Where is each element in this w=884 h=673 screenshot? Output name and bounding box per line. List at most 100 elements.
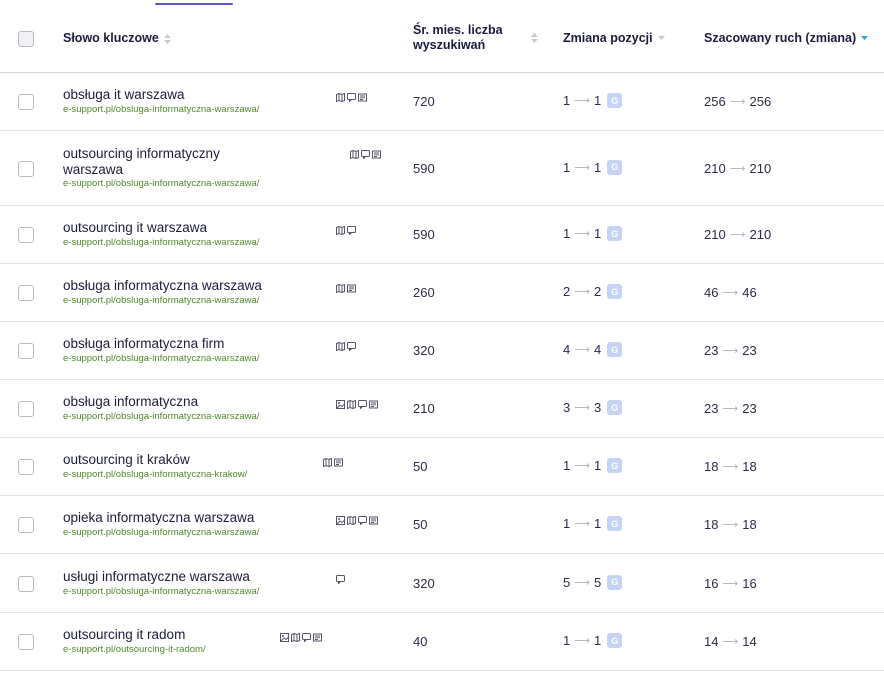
google-icon: G: [607, 516, 623, 531]
traffic-to: 256: [749, 94, 772, 109]
traffic-from: 23: [704, 401, 719, 416]
traffic-change: 18 ⟶ 18: [704, 459, 757, 474]
google-icon: G: [607, 342, 623, 357]
arrow-right-icon: ⟶: [722, 461, 739, 473]
keyword-link[interactable]: outsourcing it kraków: [63, 452, 333, 468]
serp-features: [336, 284, 356, 294]
arrow-right-icon: ⟶: [574, 95, 591, 107]
column-header-keyword-label: Słowo kluczowe: [63, 31, 159, 45]
column-header-volume[interactable]: Śr. mies. liczba wyszukiwań: [413, 23, 503, 53]
search-volume: 320: [413, 343, 435, 358]
arrow-right-icon: ⟶: [574, 286, 591, 298]
row-checkbox[interactable]: [18, 227, 34, 243]
google-icon: G: [607, 284, 623, 299]
google-icon: G: [607, 458, 623, 473]
traffic-to: 46: [742, 285, 757, 300]
chat-icon: [347, 226, 356, 236]
keyword-link[interactable]: outsourcing informatyczny warszawa: [63, 146, 263, 178]
row-checkbox[interactable]: [18, 343, 34, 359]
sort-icon[interactable]: [531, 33, 538, 43]
column-header-keyword[interactable]: Słowo kluczowe: [63, 31, 171, 46]
news-icon: [369, 516, 378, 526]
ranking-url-link[interactable]: e-support.pl/obsluga-informatyczna-warsz…: [63, 353, 259, 364]
column-header-traffic-label: Szacowany ruch (zmiana): [704, 31, 857, 45]
position-from: 1: [563, 226, 571, 241]
position-to: 3: [594, 400, 602, 415]
traffic-from: 14: [704, 634, 719, 649]
arrow-right-icon: ⟶: [729, 162, 746, 175]
sort-icon[interactable]: [163, 33, 171, 44]
news-icon: [313, 633, 322, 643]
row-checkbox[interactable]: [18, 575, 34, 592]
keyword-link[interactable]: obsługa it warszawa: [63, 87, 333, 103]
table-row: outsourcing it warszawa e-support.pl/obs…: [0, 206, 884, 264]
keyword-link[interactable]: usługi informatyczne warszawa: [63, 569, 333, 585]
traffic-change: 210 ⟶ 210: [704, 227, 771, 242]
position-change: 3 ⟶ 3 G: [563, 400, 623, 415]
serp-features: [336, 93, 367, 103]
image-icon: [280, 633, 289, 643]
arrow-right-icon: ⟶: [729, 96, 746, 108]
serp-features: [336, 342, 356, 352]
keyword-link[interactable]: outsourcing it warszawa: [63, 220, 333, 236]
select-all-checkbox[interactable]: [18, 31, 34, 47]
ranking-url-link[interactable]: e-support.pl/outsourcing-it-radom/: [63, 644, 206, 655]
sort-active-icon[interactable]: [861, 36, 869, 41]
chat-icon: [336, 574, 345, 585]
keyword-link[interactable]: obsługa informatyczna warszawa: [63, 278, 333, 294]
row-checkbox[interactable]: [18, 634, 34, 650]
traffic-change: 18 ⟶ 18: [704, 517, 757, 532]
table-row: outsourcing informatyczny warszawa e-sup…: [0, 131, 884, 206]
arrow-right-icon: ⟶: [722, 636, 739, 648]
row-checkbox[interactable]: [18, 160, 34, 177]
ranking-url-link[interactable]: e-support.pl/obsluga-informatyczna-warsz…: [63, 178, 259, 189]
row-checkbox[interactable]: [18, 459, 34, 475]
search-volume: 50: [413, 459, 428, 474]
position-to: 1: [594, 458, 602, 473]
ranking-url-link[interactable]: e-support.pl/obsluga-informatyczna-warsz…: [63, 586, 259, 597]
column-header-traffic[interactable]: Szacowany ruch (zmiana): [704, 31, 869, 46]
table-row: obsługa it warszawa e-support.pl/obsluga…: [0, 73, 884, 131]
sort-down-icon[interactable]: [657, 36, 665, 41]
keyword-link[interactable]: opieka informatyczna warszawa: [63, 510, 333, 526]
position-to: 1: [594, 226, 602, 241]
row-checkbox[interactable]: [18, 517, 34, 533]
row-checkbox[interactable]: [18, 285, 34, 301]
ranking-url-link[interactable]: e-support.pl/obsluga-informatyczna-warsz…: [63, 237, 259, 248]
traffic-to: 14: [742, 634, 757, 649]
row-checkbox[interactable]: [18, 94, 34, 110]
position-from: 2: [563, 284, 571, 299]
traffic-to: 18: [742, 459, 757, 474]
ranking-url-link[interactable]: e-support.pl/obsluga-informatyczna-krako…: [63, 469, 247, 480]
search-volume: 320: [413, 575, 435, 591]
search-volume: 590: [413, 160, 435, 176]
chat-icon: [358, 516, 367, 526]
arrow-right-icon: ⟶: [722, 519, 739, 531]
map-icon: [347, 400, 356, 410]
keyword-link[interactable]: obsługa informatyczna firm: [63, 336, 333, 352]
search-volume: 210: [413, 401, 435, 416]
traffic-to: 18: [742, 517, 757, 532]
row-checkbox[interactable]: [18, 401, 34, 417]
keyword-link[interactable]: obsługa informatyczna: [63, 394, 333, 410]
news-icon: [347, 284, 356, 294]
traffic-from: 210: [704, 227, 726, 242]
traffic-to: 16: [742, 575, 757, 591]
traffic-from: 256: [704, 94, 726, 109]
table-row: outsourcing it kraków e-support.pl/obslu…: [0, 438, 884, 496]
column-header-position-label: Zmiana pozycji: [563, 31, 653, 45]
news-icon: [334, 458, 343, 468]
arrow-right-icon: ⟶: [574, 576, 591, 589]
column-header-position-change[interactable]: Zmiana pozycji: [563, 31, 665, 46]
ranking-url-link[interactable]: e-support.pl/obsluga-informatyczna-warsz…: [63, 527, 259, 538]
traffic-from: 23: [704, 343, 719, 358]
traffic-change: 14 ⟶ 14: [704, 634, 757, 649]
map-icon: [336, 284, 345, 294]
serp-features: [336, 516, 378, 526]
ranking-url-link[interactable]: e-support.pl/obsluga-informatyczna-warsz…: [63, 104, 259, 115]
ranking-url-link[interactable]: e-support.pl/obsluga-informatyczna-warsz…: [63, 411, 259, 422]
traffic-change: 23 ⟶ 23: [704, 401, 757, 416]
table-row: obsługa informatyczna firm e-support.pl/…: [0, 322, 884, 380]
arrow-right-icon: ⟶: [574, 344, 591, 356]
ranking-url-link[interactable]: e-support.pl/obsluga-informatyczna-warsz…: [63, 295, 259, 306]
